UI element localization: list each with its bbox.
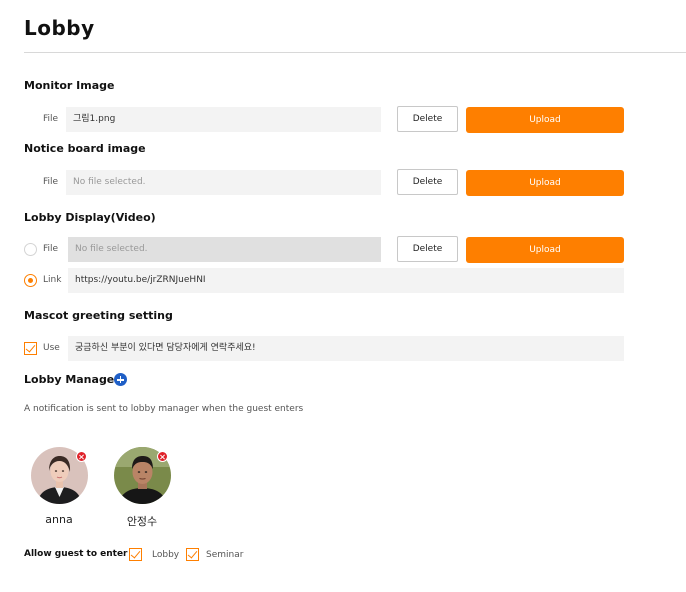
- monitor-image-file-label: File: [43, 114, 59, 124]
- remove-manager-2-icon[interactable]: [157, 451, 168, 462]
- lobby-display-link-label: Link: [43, 275, 62, 285]
- allow-lobby-label: Lobby: [152, 550, 180, 560]
- notice-board-file-label: File: [43, 177, 59, 187]
- lobby-display-upload-button[interactable]: Upload: [466, 237, 624, 263]
- lobby-display-file-radio[interactable]: [24, 243, 37, 256]
- monitor-image-upload-button[interactable]: Upload: [466, 107, 624, 133]
- allow-guest-label: Allow guest to enter: [24, 549, 128, 559]
- lobby-display-link-radio[interactable]: [24, 274, 37, 287]
- lobby-display-title: Lobby Display(Video): [24, 211, 156, 224]
- allow-seminar-checkbox[interactable]: [186, 548, 199, 561]
- notice-board-title: Notice board image: [24, 142, 146, 155]
- mascot-use-label: Use: [43, 343, 60, 353]
- lobby-manager-title: Lobby Manager: [24, 373, 120, 386]
- lobby-display-file-field: No file selected.: [68, 237, 381, 262]
- manager-1-name: anna: [45, 513, 73, 526]
- notice-board-file-field[interactable]: No file selected.: [66, 170, 381, 195]
- monitor-image-file-field[interactable]: 그림1.png: [66, 107, 381, 132]
- mascot-title: Mascot greeting setting: [24, 309, 173, 322]
- monitor-image-title: Monitor Image: [24, 79, 115, 92]
- mascot-message-input[interactable]: 궁금하신 부분이 있다면 담당자에게 연락주세요!: [68, 336, 624, 361]
- allow-seminar-label: Seminar: [206, 550, 244, 560]
- remove-manager-1-icon[interactable]: [76, 451, 87, 462]
- notice-board-upload-button[interactable]: Upload: [466, 170, 624, 196]
- add-manager-icon[interactable]: [114, 373, 127, 386]
- allow-lobby-checkbox[interactable]: [129, 548, 142, 561]
- title-divider: [24, 52, 686, 53]
- manager-2-name: 안정수: [126, 515, 158, 528]
- page-title: Lobby: [24, 16, 95, 40]
- notice-board-delete-button[interactable]: Delete: [397, 169, 458, 195]
- monitor-image-delete-button[interactable]: Delete: [397, 106, 458, 132]
- lobby-display-delete-button[interactable]: Delete: [397, 236, 458, 262]
- lobby-display-file-label: File: [43, 244, 59, 254]
- lobby-display-link-input[interactable]: https://youtu.be/jrZRNJueHNI: [68, 268, 624, 293]
- lobby-manager-note: A notification is sent to lobby manager …: [24, 404, 304, 414]
- mascot-use-checkbox[interactable]: [24, 342, 37, 355]
